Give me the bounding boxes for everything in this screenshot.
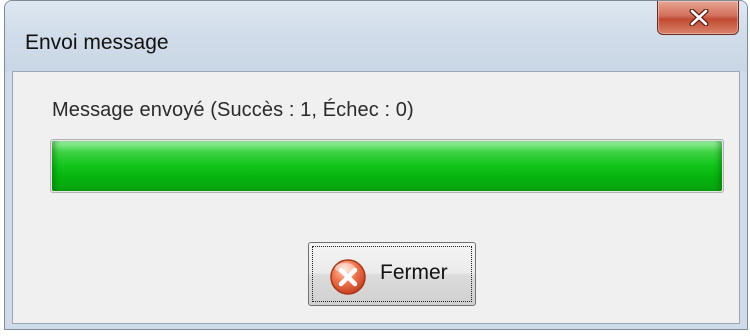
window-title: Envoi message: [25, 31, 169, 54]
progress-bar-fill: [52, 141, 722, 191]
cancel-circle-icon: [330, 259, 366, 295]
title-bar[interactable]: Envoi message: [5, 1, 747, 71]
progress-bar: [50, 139, 724, 193]
fermer-button[interactable]: Fermer: [308, 242, 476, 306]
status-message: Message envoyé (Succès : 1, Échec : 0): [52, 99, 414, 121]
close-x-icon: [689, 9, 709, 26]
window-close-button[interactable]: [657, 1, 739, 35]
dialog-body: Message envoyé (Succès : 1, Échec : 0) F…: [12, 71, 740, 324]
fermer-button-label: Fermer: [380, 261, 448, 284]
dialog-window: Envoi message Message envoyé (Succès : 1…: [4, 0, 748, 330]
